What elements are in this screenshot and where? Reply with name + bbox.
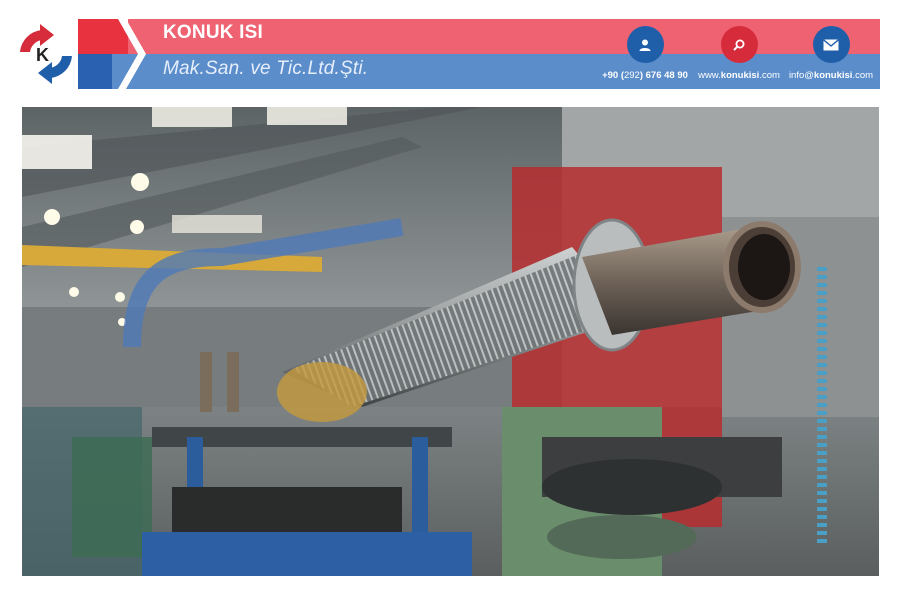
company-title: KONUK ISI (163, 22, 263, 43)
user-icon[interactable] (626, 26, 664, 63)
site-header: K KONUK ISI Mak.San. ve Tic.Ltd.Şti. +90… (0, 0, 901, 95)
chevron-divider (118, 19, 146, 89)
search-icon[interactable] (720, 26, 758, 63)
mail-icon[interactable] (812, 26, 850, 63)
logo-letter: K (36, 45, 49, 65)
email-text[interactable]: info@konukisi.com (771, 70, 891, 81)
finned-tube-photo-illustration (22, 107, 879, 576)
konuk-logo[interactable]: K (14, 24, 78, 84)
company-subtitle: Mak.San. ve Tic.Ltd.Şti. (163, 58, 369, 79)
hero-photo (22, 107, 879, 576)
contact-email[interactable]: info@konukisi.com (771, 26, 891, 81)
